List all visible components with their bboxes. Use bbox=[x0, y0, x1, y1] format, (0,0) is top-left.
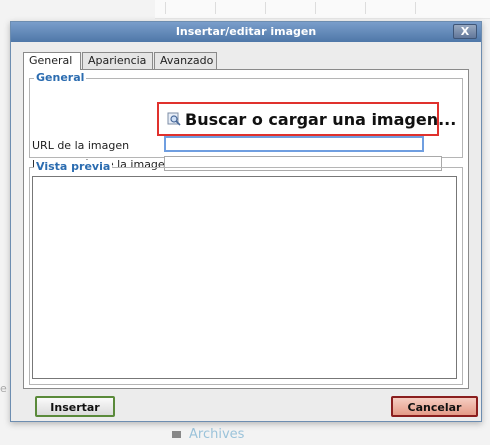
archives-link[interactable]: Archives bbox=[172, 427, 244, 442]
insert-button-label: Insertar bbox=[50, 401, 100, 414]
toolbar-separator bbox=[165, 2, 184, 14]
close-button[interactable]: X bbox=[453, 24, 477, 39]
search-upload-highlight: Buscar o cargar una imagen... bbox=[157, 102, 456, 136]
preview-fieldset: Vista previa bbox=[29, 160, 463, 385]
tab-label: Apariencia bbox=[88, 54, 147, 67]
tab-label: Avanzado bbox=[160, 54, 214, 67]
tab-panel-general: General Buscar o cargar una imagen... UR… bbox=[23, 69, 469, 389]
image-search-icon bbox=[167, 111, 181, 126]
dialog-titlebar[interactable]: Insertar/editar imagen bbox=[11, 22, 481, 42]
cancel-button[interactable]: Cancelar bbox=[391, 396, 478, 417]
tab-label: General bbox=[29, 54, 73, 67]
search-upload-link[interactable]: Buscar o cargar una imagen... bbox=[167, 110, 456, 129]
toolbar-separator bbox=[315, 2, 334, 14]
url-label: URL de la imagen bbox=[32, 139, 130, 152]
toolbar-separator bbox=[215, 2, 234, 14]
tab-general[interactable]: General bbox=[23, 52, 81, 70]
background-text-fragment: e bbox=[0, 382, 7, 395]
insert-image-dialog: Insertar/editar imagen X General Aparien… bbox=[10, 21, 482, 422]
toolbar-separator bbox=[415, 2, 434, 14]
dialog-title: Insertar/editar imagen bbox=[175, 25, 317, 38]
toolbar-separator bbox=[365, 2, 384, 14]
editor-toolbar-background bbox=[155, 0, 490, 19]
cancel-button-label: Cancelar bbox=[407, 401, 462, 414]
close-icon: X bbox=[460, 25, 470, 38]
tab-apariencia[interactable]: Apariencia bbox=[82, 52, 153, 69]
archives-label: Archives bbox=[189, 427, 245, 442]
toolbar-separator bbox=[265, 2, 284, 14]
folder-icon bbox=[172, 431, 181, 438]
image-preview-area bbox=[32, 176, 457, 379]
search-upload-label: Buscar o cargar una imagen... bbox=[185, 110, 457, 129]
tab-avanzado[interactable]: Avanzado bbox=[154, 52, 217, 69]
insert-button[interactable]: Insertar bbox=[35, 396, 115, 417]
preview-legend: Vista previa bbox=[34, 160, 113, 173]
general-legend: General bbox=[34, 71, 87, 84]
url-input[interactable] bbox=[164, 136, 424, 152]
